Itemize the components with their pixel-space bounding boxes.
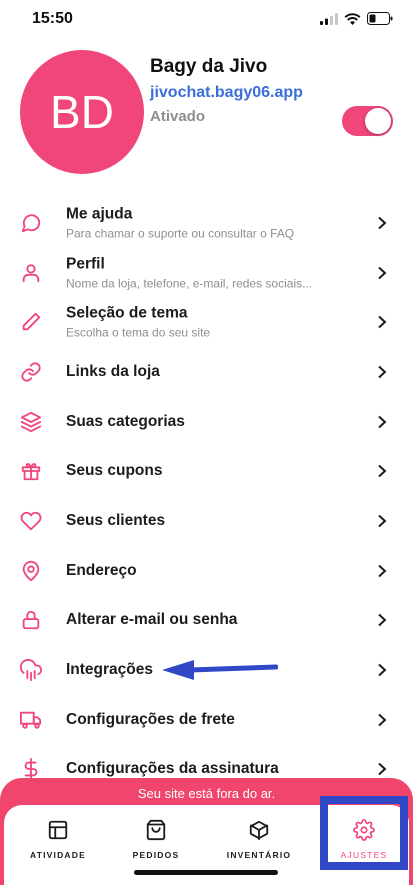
- store-name: Bagy da Jivo: [150, 56, 268, 77]
- menu-item-title: Suas categorias: [66, 412, 185, 430]
- menu-item-seus-clientes[interactable]: Seus clientes: [0, 496, 413, 546]
- chevron-right-icon: [378, 514, 387, 528]
- menu-item-title: Seleção de tema: [66, 304, 188, 322]
- wifi-icon: [344, 12, 361, 25]
- tab-label: PEDIDOS: [132, 850, 180, 860]
- tab-atividade[interactable]: ATIVIDADE: [18, 805, 98, 885]
- menu-item-title: Integrações: [66, 661, 154, 679]
- store-profile-header: BD Bagy da Jivo jivochat.bagy06.app Ativ…: [0, 46, 413, 186]
- store-url-link[interactable]: jivochat.bagy06.app: [150, 84, 303, 102]
- user-icon: [22, 263, 40, 282]
- chevron-right-icon: [378, 216, 387, 230]
- settings-menu: Me ajuda Para chamar o suporte ou consul…: [0, 198, 413, 794]
- gift-icon: [21, 463, 41, 481]
- annotation-highlight-box: [320, 796, 408, 870]
- status-bar: 15:50: [0, 0, 413, 40]
- menu-item-title: Seus clientes: [66, 511, 166, 529]
- truck-icon: [20, 711, 42, 729]
- box-icon: [249, 820, 269, 841]
- map-pin-icon: [22, 560, 40, 581]
- menu-item-me-ajuda[interactable]: Me ajuda Para chamar o suporte ou consul…: [0, 198, 413, 248]
- menu-item-title: Alterar e-mail ou senha: [66, 611, 238, 629]
- menu-item-title: Configurações de frete: [66, 710, 235, 728]
- chevron-right-icon: [378, 564, 387, 577]
- avatar[interactable]: BD: [20, 50, 144, 174]
- menu-item-subtitle: Nome da loja, telefone, e-mail, redes so…: [66, 276, 313, 291]
- signal-icon: [320, 12, 338, 25]
- toggle-knob: [365, 108, 391, 134]
- menu-item-title: Seus cupons: [66, 462, 163, 480]
- lock-icon: [22, 611, 40, 630]
- menu-item-endereco[interactable]: Endereço: [0, 546, 413, 596]
- chevron-right-icon: [378, 763, 387, 776]
- heart-icon: [20, 511, 42, 531]
- menu-item-subtitle: Escolha o tema do seu site: [66, 325, 211, 340]
- chevron-right-icon: [378, 614, 387, 627]
- link-icon: [21, 362, 41, 382]
- chevron-right-icon: [378, 365, 387, 379]
- menu-item-seus-cupons[interactable]: Seus cupons: [0, 446, 413, 496]
- cloud-rain-icon: [20, 659, 42, 682]
- layout-icon: [48, 820, 68, 840]
- store-status-label: Ativado: [150, 108, 206, 125]
- layers-icon: [20, 411, 42, 432]
- menu-item-perfil[interactable]: Perfil Nome da loja, telefone, e-mail, r…: [0, 248, 413, 298]
- menu-item-links-da-loja[interactable]: Links da loja: [0, 347, 413, 397]
- status-time: 15:50: [32, 10, 73, 27]
- menu-item-title: Links da loja: [66, 362, 160, 380]
- home-indicator: [134, 870, 278, 875]
- chevron-right-icon: [378, 713, 387, 726]
- menu-item-title: Perfil: [66, 255, 105, 273]
- menu-item-title: Me ajuda: [66, 205, 133, 223]
- chevron-right-icon: [378, 663, 387, 677]
- chevron-right-icon: [378, 315, 387, 329]
- battery-icon: [367, 12, 393, 25]
- tab-label: INVENTÁRIO: [226, 850, 292, 860]
- menu-item-title: Endereço: [66, 561, 137, 579]
- chevron-right-icon: [378, 415, 387, 428]
- chevron-right-icon: [378, 266, 387, 279]
- store-active-toggle[interactable]: [342, 106, 393, 136]
- pencil-icon: [22, 313, 41, 331]
- menu-item-alterar-email-senha[interactable]: Alterar e-mail ou senha: [0, 596, 413, 646]
- menu-item-configuracoes-de-frete[interactable]: Configurações de frete: [0, 695, 413, 745]
- menu-item-title: Configurações da assinatura: [66, 760, 279, 778]
- chevron-right-icon: [378, 465, 387, 478]
- annotation-arrow-icon: [162, 660, 278, 680]
- shopping-bag-icon: [146, 819, 166, 841]
- menu-item-selecao-de-tema[interactable]: Seleção de tema Escolha o tema do seu si…: [0, 297, 413, 347]
- menu-item-suas-categorias[interactable]: Suas categorias: [0, 397, 413, 447]
- chat-bubble-icon: [21, 214, 41, 233]
- status-icons: [320, 12, 393, 25]
- menu-item-subtitle: Para chamar o suporte ou consultar o FAQ: [66, 226, 295, 241]
- tab-label: ATIVIDADE: [30, 850, 86, 860]
